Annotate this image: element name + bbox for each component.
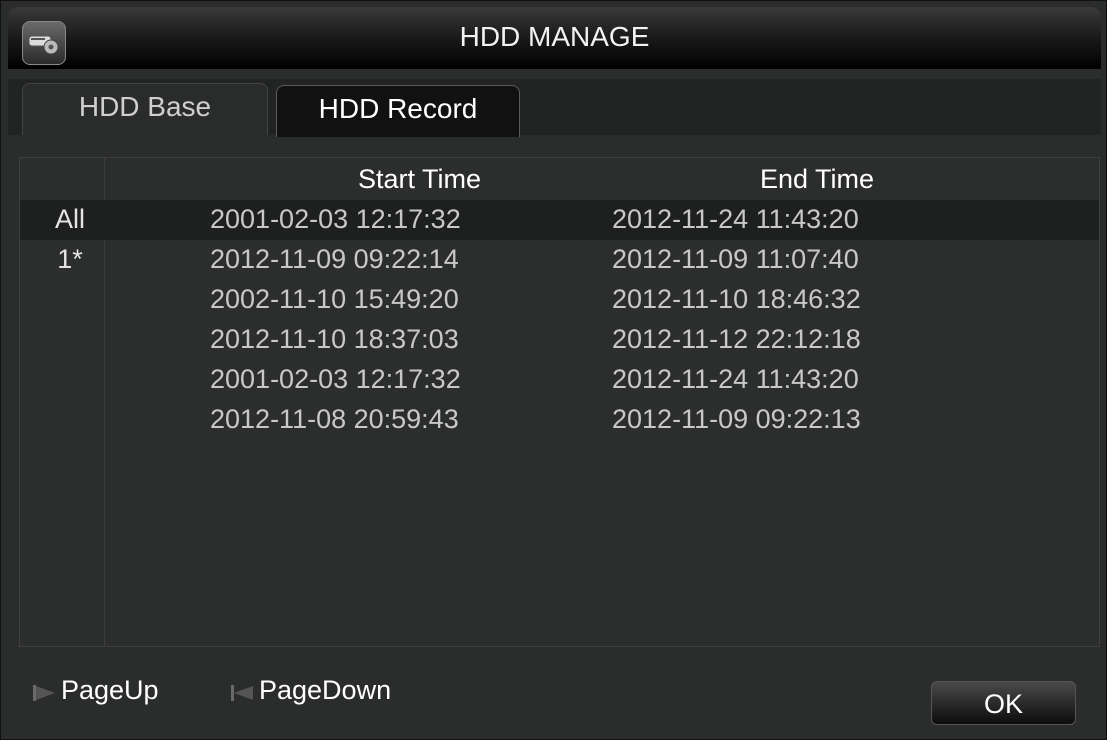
window-title: HDD MANAGE: [459, 21, 650, 52]
page-up-button[interactable]: PageUp: [31, 675, 159, 706]
start-time-cell: 2001-02-03 12:17:32: [210, 204, 461, 234]
tab-hdd-base[interactable]: HDD Base: [22, 83, 268, 135]
footer-bar: PageUp PageDown OK: [1, 661, 1106, 741]
end-time-cell: 2012-11-24 11:43:20: [612, 364, 859, 394]
header-start-time: Start Time: [358, 164, 482, 194]
ok-button[interactable]: OK: [931, 681, 1076, 725]
title-bar: HDD MANAGE: [8, 7, 1101, 69]
start-time-cell: 2012-11-08 20:59:43: [210, 404, 459, 434]
page-up-icon: [31, 680, 57, 702]
start-time-cell: 2001-02-03 12:17:32: [210, 364, 461, 394]
end-time-cell: 2012-11-09 11:07:40: [612, 244, 859, 274]
page-down-icon: [229, 680, 255, 702]
page-down-label: PageDown: [259, 675, 392, 705]
end-time-cell: 2012-11-12 22:12:18: [612, 324, 861, 354]
table-row[interactable]: 1* 2012-11-09 09:22:14 2012-11-09 11:07:…: [20, 240, 1099, 280]
record-table: Start Time End Time All 2001-02-03 12:17…: [19, 157, 1100, 647]
channel-cell: All: [54, 204, 85, 234]
tab-hdd-record[interactable]: HDD Record: [276, 85, 520, 137]
page-up-label: PageUp: [61, 675, 159, 705]
start-time-cell: 2012-11-09 09:22:14: [210, 244, 459, 274]
start-time-cell: 2012-11-10 18:37:03: [210, 324, 459, 354]
tab-strip: HDD Base HDD Record: [8, 79, 1101, 137]
channel-cell: 1*: [57, 244, 83, 274]
header-end-time: End Time: [760, 164, 875, 194]
end-time-cell: 2012-11-10 18:46:32: [612, 284, 861, 314]
table-row[interactable]: 2002-11-10 15:49:20 2012-11-10 18:46:32: [20, 280, 1099, 320]
start-time-cell: 2002-11-10 15:49:20: [210, 284, 459, 314]
page-down-button[interactable]: PageDown: [229, 675, 391, 706]
table-row[interactable]: 2012-11-10 18:37:03 2012-11-12 22:12:18: [20, 320, 1099, 360]
end-time-cell: 2012-11-09 09:22:13: [612, 404, 861, 434]
hdd-manage-window: HDD MANAGE HDD Base HDD Record Start Tim…: [0, 0, 1107, 740]
table-row[interactable]: All 2001-02-03 12:17:32 2012-11-24 11:43…: [20, 200, 1099, 240]
end-time-cell: 2012-11-24 11:43:20: [612, 204, 859, 234]
table-row[interactable]: 2001-02-03 12:17:32 2012-11-24 11:43:20: [20, 360, 1099, 400]
table-row[interactable]: 2012-11-08 20:59:43 2012-11-09 09:22:13: [20, 400, 1099, 440]
